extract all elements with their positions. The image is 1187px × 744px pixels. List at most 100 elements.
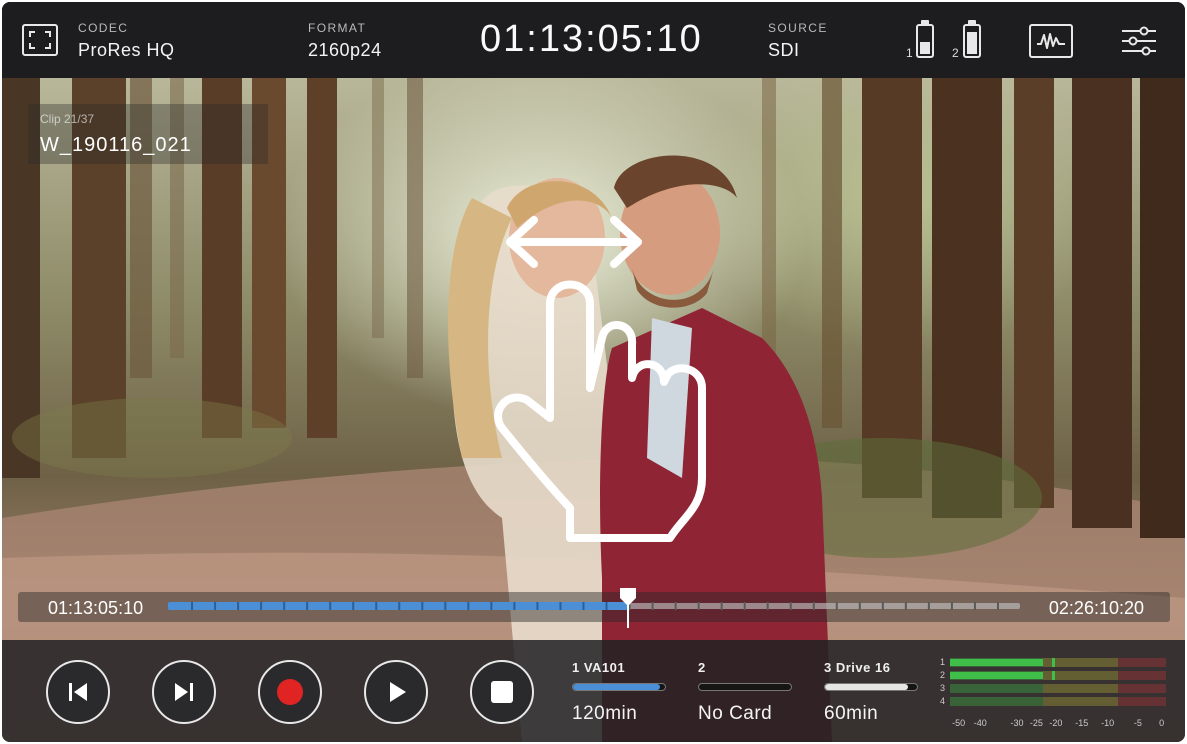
timeline-scrubber[interactable]: 01:13:05:10 02:26:10:20	[18, 588, 1170, 628]
meter-channel-label: 4	[940, 696, 946, 706]
media-slot-2-capacity	[698, 683, 792, 691]
clip-marker	[352, 602, 355, 610]
meter-bar	[950, 658, 1166, 667]
skip-forward-button[interactable]	[152, 660, 216, 724]
clip-marker	[513, 602, 516, 610]
source-value: SDI	[768, 40, 800, 60]
media-slot-1[interactable]: 1 VA101 120min	[572, 660, 668, 725]
skip-back-button[interactable]	[46, 660, 110, 724]
play-icon	[390, 682, 406, 702]
source-info[interactable]: SOURCE SDI	[768, 21, 828, 61]
format-info[interactable]: FORMAT 2160p24	[308, 21, 382, 61]
clip-marker	[927, 602, 930, 610]
meter-scale-tick: -40	[973, 718, 987, 728]
codec-value: ProRes HQ	[78, 40, 175, 60]
clip-marker	[996, 602, 999, 610]
clip-marker	[720, 602, 723, 610]
clip-marker	[467, 602, 470, 610]
meter-level	[950, 672, 1043, 679]
clip-number: Clip 21/37	[40, 112, 95, 126]
clip-marker	[559, 602, 562, 610]
codec-info[interactable]: CODEC ProRes HQ	[78, 21, 175, 61]
meter-scale-tick: -25	[1029, 718, 1043, 728]
monitor-screen: CODEC ProRes HQ FORMAT 2160p24 01:13:05:…	[2, 2, 1185, 742]
clip-marker	[789, 602, 792, 610]
clip-marker	[674, 602, 677, 610]
format-value: 2160p24	[308, 40, 382, 60]
clip-markers	[191, 602, 999, 610]
meter-channel-label: 3	[940, 683, 946, 693]
meter-scale-tick: -30	[1010, 718, 1024, 728]
record-button[interactable]	[258, 660, 322, 724]
meter-channel-label: 2	[940, 670, 946, 680]
clip-marker	[444, 602, 447, 610]
clip-marker	[283, 602, 286, 610]
clip-marker	[582, 602, 585, 610]
battery-1-icon[interactable]	[916, 20, 934, 58]
source-label: SOURCE	[768, 21, 828, 35]
format-label: FORMAT	[308, 21, 367, 35]
media-slot-3-label: 3 Drive 16	[824, 660, 891, 675]
skip-forward-icon	[175, 683, 193, 701]
clip-marker	[536, 602, 539, 610]
clip-marker	[835, 602, 838, 610]
clip-marker	[605, 602, 608, 610]
top-status-bar: CODEC ProRes HQ FORMAT 2160p24 01:13:05:…	[2, 2, 1185, 78]
clip-marker	[651, 602, 654, 610]
meter-scale-tick: -50	[952, 718, 966, 728]
fullscreen-icon[interactable]	[22, 24, 58, 56]
media-slot-2[interactable]: 2 No Card	[698, 660, 794, 725]
codec-label: CODEC	[78, 21, 129, 35]
clip-marker	[697, 602, 700, 610]
clip-marker	[375, 602, 378, 610]
meter-scale-tick: 0	[1159, 718, 1165, 728]
clip-name: W_190116_021	[40, 134, 192, 156]
battery-1-level	[920, 42, 930, 54]
clip-marker	[214, 602, 217, 610]
meter-peak	[1051, 671, 1055, 680]
clip-marker	[191, 602, 194, 610]
battery-2-number: 2	[952, 46, 959, 60]
record-icon	[277, 679, 303, 705]
media-slot-3[interactable]: 3 Drive 16 60min	[824, 660, 920, 725]
timecode-display[interactable]: 01:13:05:10	[480, 18, 703, 61]
clip-marker	[329, 602, 332, 610]
media-slot-1-capacity	[572, 683, 666, 691]
media-slot-1-label: 1 VA101	[572, 660, 626, 675]
clip-marker	[421, 602, 424, 610]
skip-back-icon	[69, 683, 87, 701]
clip-marker	[398, 602, 401, 610]
media-slot-3-remaining: 60min	[824, 703, 879, 724]
media-slot-3-capacity	[824, 683, 918, 691]
meter-scale-tick: -20	[1049, 718, 1063, 728]
media-slot-2-label: 2	[698, 660, 706, 675]
timeline-end-timecode: 02:26:10:20	[1048, 598, 1144, 618]
audio-meters[interactable]: 1 2 3 4 -50 -40 -30 -25 -20 -15 -10 -5 0	[940, 656, 1168, 734]
meter-peak	[1051, 658, 1055, 667]
media-slot-1-remaining: 120min	[572, 703, 638, 724]
clip-marker	[260, 602, 263, 610]
clip-marker	[306, 602, 309, 610]
transport-bar: 1 VA101 120min 2 No Card 3 Drive 16 60mi…	[2, 640, 1185, 742]
meter-scale-tick: -10	[1101, 718, 1115, 728]
battery-2-icon[interactable]	[963, 20, 981, 58]
media-slot-2-remaining: No Card	[698, 703, 773, 724]
battery-1-number: 1	[906, 46, 913, 60]
playhead-handle[interactable]	[617, 586, 639, 630]
battery-2-level	[967, 31, 977, 54]
meter-channel-label: 1	[940, 657, 946, 667]
meter-scale-tick: -15	[1075, 718, 1089, 728]
clip-marker	[743, 602, 746, 610]
meter-bar	[950, 671, 1166, 680]
stop-button[interactable]	[470, 660, 534, 724]
clip-info: Clip 21/37 W_190116_021	[28, 104, 268, 164]
clip-marker	[766, 602, 769, 610]
timeline-track[interactable]	[168, 588, 1020, 628]
meter-level	[950, 659, 1043, 666]
stop-icon	[491, 681, 513, 703]
clip-marker	[950, 602, 953, 610]
clip-marker	[973, 602, 976, 610]
play-button[interactable]	[364, 660, 428, 724]
settings-icon[interactable]	[1120, 24, 1158, 58]
scope-icon[interactable]	[1029, 24, 1073, 58]
